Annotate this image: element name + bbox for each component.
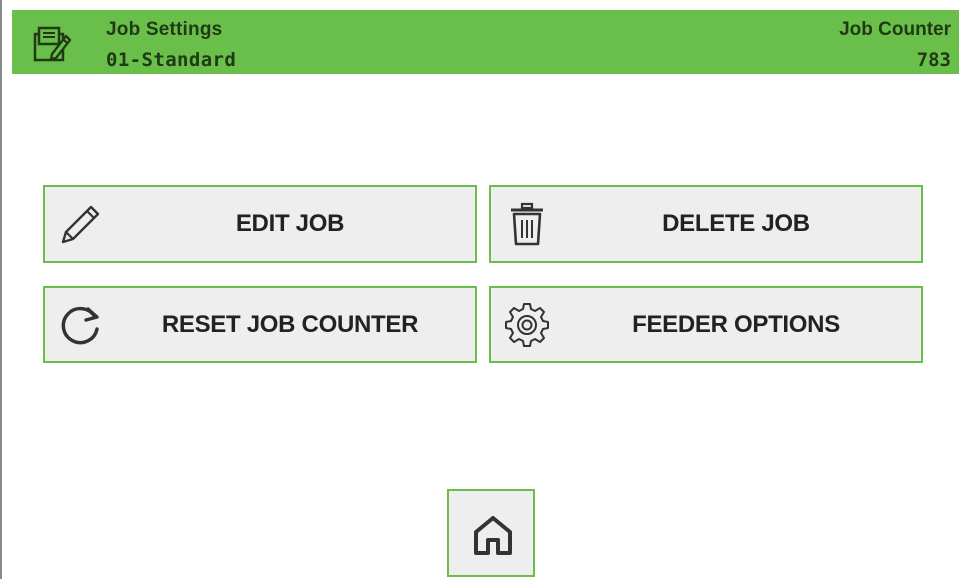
- reset-job-counter-label: RESET JOB COUNTER: [161, 310, 419, 338]
- delete-job-button[interactable]: DELETE JOB: [489, 185, 923, 263]
- edit-job-label: EDIT JOB: [235, 210, 345, 237]
- header-title: Job Settings: [106, 19, 223, 40]
- trash-icon: [511, 202, 543, 246]
- home-button[interactable]: [447, 489, 535, 577]
- feeder-options-button[interactable]: FEEDER OPTIONS: [489, 286, 923, 363]
- refresh-icon: [61, 306, 99, 344]
- home-icon: [474, 516, 512, 555]
- job-settings-icon: [33, 26, 72, 62]
- feeder-options-label: FEEDER OPTIONS: [632, 310, 840, 338]
- delete-job-label: DELETE JOB: [662, 210, 810, 237]
- job-settings-screen: Job Settings 01-Standard Job Counter 783…: [0, 0, 959, 579]
- pencil-icon: [61, 205, 100, 244]
- reset-job-counter-button[interactable]: RESET JOB COUNTER: [43, 286, 477, 363]
- edit-job-button[interactable]: EDIT JOB: [43, 185, 477, 263]
- header-bar: Job Settings 01-Standard Job Counter 783: [12, 10, 959, 74]
- job-counter-label: Job Counter: [839, 19, 951, 40]
- job-counter-value: 783: [916, 49, 951, 71]
- job-name: 01-Standard: [106, 49, 237, 71]
- gear-icon: [505, 302, 549, 347]
